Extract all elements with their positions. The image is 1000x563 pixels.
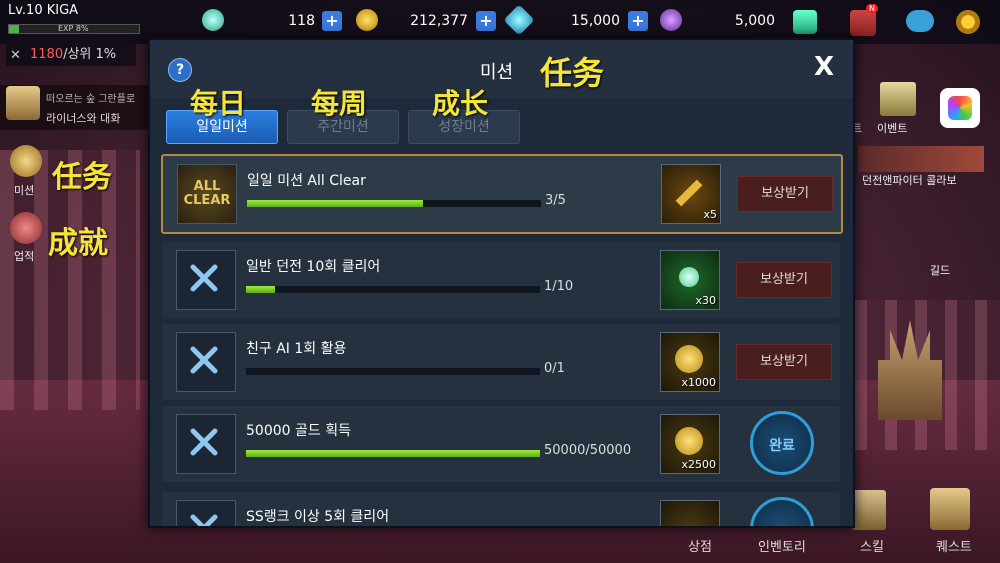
banner-bottom-text: 라이너스와 대화 — [46, 112, 121, 125]
mission-title: 일일 미션 All Clear — [247, 173, 366, 189]
shop-label[interactable]: 상점 — [688, 536, 712, 555]
exp-label: EXP 8% — [58, 24, 89, 33]
player-name: KIGA — [46, 3, 79, 18]
level-text: Lv.10 — [8, 3, 43, 18]
mission-progress-fill — [247, 200, 424, 207]
player-level: Lv.10 KIGA — [8, 3, 78, 18]
chat-icon[interactable] — [906, 10, 934, 32]
mission-row-friend-ai: 친구 AI 1회 활용 0/1 x1000 보상받기 — [162, 324, 840, 400]
mailbox-icon[interactable] — [850, 10, 876, 36]
collab-label: 던전앤파이터 콜라보 — [862, 174, 957, 187]
mission-progress-bar — [246, 450, 540, 457]
skill-label[interactable]: 스킬 — [860, 536, 884, 555]
annotation-mission: 任务 — [52, 160, 112, 195]
annotation-achievement: 成就 — [48, 226, 108, 261]
inventory-label[interactable]: 인벤토리 — [758, 536, 806, 555]
mission-title: SS랭크 이상 5회 클리어 — [246, 509, 390, 525]
annotation-title: 任务 — [540, 54, 605, 92]
stamina-value: 118 — [288, 13, 315, 29]
annotation-tab-growth: 成长 — [432, 87, 489, 120]
mission-progress-bar — [246, 368, 540, 375]
reward-quantity: x1000 — [681, 376, 716, 389]
mission-progress-fill — [246, 450, 540, 457]
all-clear-icon-text: ALL CLEAR — [183, 179, 231, 208]
pvp-rank: 1180/상위 1% — [6, 44, 136, 66]
reward-quantity: x2500 — [681, 458, 716, 471]
completed-badge[interactable]: 완료 — [750, 411, 814, 475]
reward-key-icon: x5 — [661, 164, 721, 224]
add-gem-button[interactable]: + — [628, 11, 648, 31]
claim-reward-button[interactable]: 보상받기 — [736, 344, 832, 380]
gold-value: 212,377 — [410, 13, 468, 29]
scroll-icon — [6, 86, 40, 120]
rank-text: /상위 1% — [63, 47, 117, 62]
mission-title: 친구 AI 1회 활용 — [246, 341, 347, 357]
close-button[interactable]: X — [814, 52, 834, 82]
annotation-tab-daily: 每日 — [190, 87, 247, 120]
achievement-menu-icon[interactable] — [10, 212, 42, 244]
mission-row-all-clear: ALL CLEAR 일일 미션 All Clear 3/5 x5 보상받기 — [161, 154, 843, 234]
reward-quantity: x5 — [703, 208, 717, 221]
mission-progress-bar — [247, 200, 541, 207]
completed-badge[interactable] — [750, 497, 814, 526]
add-stamina-button[interactable]: + — [322, 11, 342, 31]
banner-top-text: 떠오르는 숲 그란플로 — [46, 94, 136, 105]
purple-value: 5,000 — [734, 13, 775, 29]
mission-title: 50000 골드 획득 — [246, 423, 351, 439]
crossed-swords-icon — [176, 332, 236, 392]
gold-coins — [675, 345, 703, 373]
gold-coins — [675, 427, 703, 455]
add-gold-button[interactable]: + — [476, 11, 496, 31]
crossed-swords-icon — [176, 414, 236, 474]
reward-quantity: x30 — [695, 294, 716, 307]
collab-banner[interactable] — [858, 146, 984, 172]
mission-menu-label: 미션 — [14, 184, 35, 197]
guild-label[interactable]: 길드 — [905, 262, 975, 280]
event-label: 이벤트 — [877, 122, 908, 135]
quest-label[interactable]: 퀘스트 — [936, 536, 972, 555]
mission-progress-bar — [246, 286, 540, 293]
gold-coin-icon — [356, 9, 378, 31]
mission-row-ss-rank: SS랭크 이상 5회 클리어 — [162, 492, 840, 526]
mission-progress-fill — [246, 286, 276, 293]
mission-progress-count: 50000/50000 — [544, 443, 632, 458]
event-book-icon[interactable] — [880, 82, 916, 116]
reward-gold-icon: x1000 — [660, 332, 720, 392]
reward-gold-icon: x2500 — [660, 414, 720, 474]
mission-row-dungeon: 일반 던전 10회 클리어 1/10 x30 보상받기 — [162, 242, 840, 318]
mission-title: 일반 던전 10회 클리어 — [246, 259, 381, 275]
claim-reward-button[interactable]: 보상받기 — [736, 262, 832, 298]
skill-book-icon[interactable] — [852, 490, 886, 530]
reward-stamina-icon: x30 — [660, 250, 720, 310]
annotation-tab-weekly: 每周 — [311, 87, 368, 120]
crossed-swords-icon: ✕ — [10, 48, 21, 63]
friends-icon[interactable] — [793, 10, 817, 34]
claim-reward-button[interactable]: 보상받기 — [737, 176, 833, 212]
mail-badge: N — [866, 4, 878, 13]
stamina-orb — [679, 267, 699, 287]
key-shape — [675, 179, 703, 207]
mission-progress-count: 3/5 — [545, 193, 566, 208]
dialog-title: 미션 — [480, 62, 514, 83]
reward-gold-icon — [660, 500, 720, 526]
quest-scroll-icon[interactable] — [930, 488, 970, 530]
purple-crystal-icon — [660, 9, 682, 31]
rank-value: 1180 — [30, 47, 64, 62]
help-button[interactable]: ? — [168, 58, 192, 82]
mission-menu-icon[interactable] — [10, 145, 42, 177]
gear-icon[interactable] — [956, 10, 980, 34]
exp-bar-fill — [9, 25, 20, 33]
mission-dialog: ? 미션 X 일일미션 주간미션 성장미션 ALL CLEAR 일일 미션 Al… — [148, 38, 855, 528]
gem-value: 15,000 — [571, 13, 620, 29]
crossed-swords-icon — [176, 500, 236, 526]
all-clear-icon: ALL CLEAR — [177, 164, 237, 224]
app-tile-icon[interactable] — [940, 88, 980, 128]
stamina-icon — [202, 9, 224, 31]
achievement-menu-label: 업적 — [14, 250, 35, 263]
crossed-swords-icon — [176, 250, 236, 310]
colorful-grid-icon — [948, 96, 972, 120]
mission-progress-count: 0/1 — [544, 361, 565, 376]
mission-row-gold: 50000 골드 획득 50000/50000 x2500 완료 — [162, 406, 840, 482]
mission-progress-count: 1/10 — [544, 279, 574, 294]
